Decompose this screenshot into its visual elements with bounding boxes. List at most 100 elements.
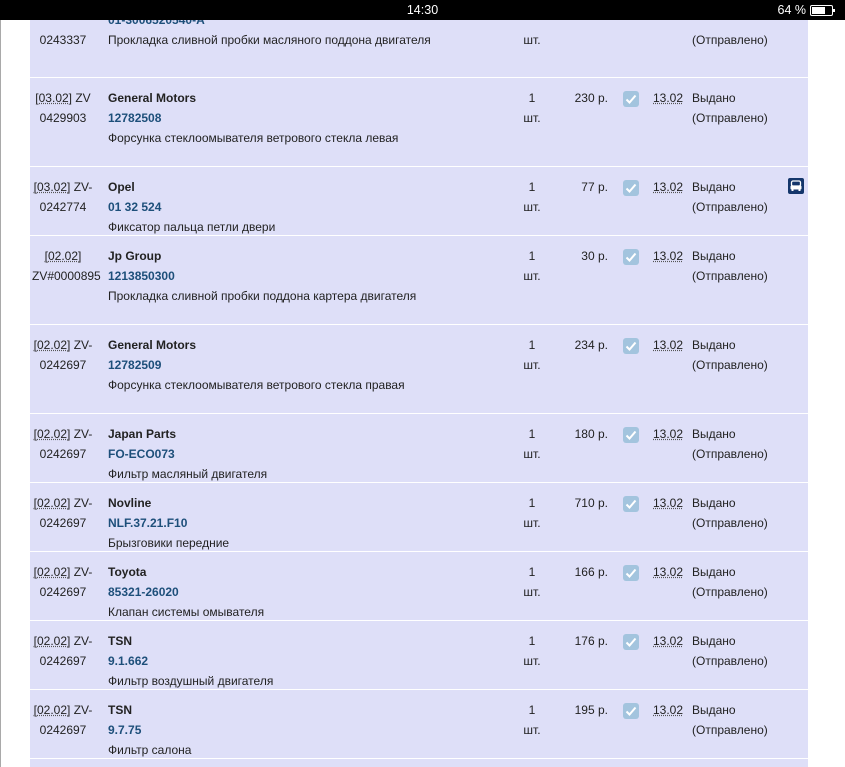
page-left-border bbox=[0, 20, 1, 767]
table-row: [02.02] ZV- 0242697 TSN 9.7.75 Фильтр сало… bbox=[30, 690, 808, 759]
checkbox[interactable] bbox=[623, 249, 639, 265]
status: Выдано (Отправлено) bbox=[692, 496, 768, 530]
part-number-link[interactable]: 9.1.662 bbox=[108, 651, 458, 671]
battery-level: 64 % bbox=[777, 3, 807, 17]
delivery-date-link[interactable]: 13.02 bbox=[653, 424, 683, 444]
quantity: 1 шт. bbox=[523, 338, 541, 372]
item-info: General Motors 12782509 Форсунка стеклоомы… bbox=[108, 335, 458, 395]
part-description: Фиксатор пальца петли двери bbox=[108, 220, 276, 234]
brand-name: General Motors bbox=[108, 91, 197, 105]
brand-name: TSN bbox=[108, 634, 132, 648]
status: (Отправлено) bbox=[692, 33, 768, 47]
part-number-link[interactable]: 01-3006520540-A bbox=[108, 20, 458, 30]
checkbox[interactable] bbox=[623, 427, 639, 443]
price: 180 р. bbox=[574, 427, 608, 441]
check-icon bbox=[625, 341, 637, 351]
order-number: [03.02] ZV- 0242774 bbox=[33, 180, 93, 214]
part-number-link[interactable]: 85321-26020 bbox=[108, 582, 458, 602]
check-icon bbox=[625, 568, 637, 578]
check-icon bbox=[625, 499, 637, 509]
quantity: шт. bbox=[523, 33, 541, 47]
checkbox[interactable] bbox=[623, 565, 639, 581]
part-number-link[interactable]: 1213850300 bbox=[108, 266, 458, 286]
check-icon bbox=[625, 252, 637, 262]
brand-name: Opel bbox=[108, 180, 135, 194]
item-info: Novline NLF.37.21.F10 Брызговики передние bbox=[108, 493, 458, 553]
order-date-link[interactable]: [02.02] bbox=[34, 634, 71, 648]
order-date-link[interactable]: [02.02] bbox=[34, 338, 71, 352]
order-number: [03.02] ZV 0429903 bbox=[35, 91, 91, 125]
delivery-date-link[interactable]: 13.02 bbox=[653, 335, 683, 355]
brand-name: TSN bbox=[108, 703, 132, 717]
delivery-date-link[interactable]: 13.02 bbox=[653, 631, 683, 651]
order-date-link[interactable]: [03.02] bbox=[35, 91, 72, 105]
order-date-link[interactable]: [02.02] bbox=[34, 427, 71, 441]
part-description: Фильтр салона bbox=[108, 743, 192, 757]
brand-name: Novline bbox=[108, 496, 152, 510]
part-number-link[interactable]: 12782509 bbox=[108, 355, 458, 375]
order-number: [02.02] ZV- 0242697 bbox=[33, 634, 93, 668]
item-info: TSN 9.1.662 Фильтр воздушный двигателя bbox=[108, 631, 458, 691]
part-number-link[interactable]: 01 32 524 bbox=[108, 197, 458, 217]
check-icon bbox=[625, 706, 637, 716]
price: 710 р. bbox=[574, 496, 608, 510]
part-description: Брызговики передние bbox=[108, 536, 230, 550]
table-row: [03.02] ZV 0429903 General Motors 1278250… bbox=[30, 78, 808, 167]
table-row bbox=[30, 759, 808, 767]
order-number: [02.02] ZV- 0242697 bbox=[33, 565, 93, 599]
order-date-link[interactable]: [02.02] bbox=[34, 565, 71, 579]
part-number-link[interactable]: FO-ECO073 bbox=[108, 444, 458, 464]
table-row: [02.02] ZV- 0242697 Toyota 85321-26020 Кла… bbox=[30, 552, 808, 621]
checkbox[interactable] bbox=[623, 338, 639, 354]
delivery-date-link[interactable]: 13.02 bbox=[653, 88, 683, 108]
delivery-date-link[interactable]: 13.02 bbox=[653, 246, 683, 266]
table-row: [02.02] ZV- 0242697 TSN 9.1.662 Фильтр воз… bbox=[30, 621, 808, 690]
table-row: [03.02] ZV- 0242774 Opel 01 32 524 Фиксато… bbox=[30, 167, 808, 236]
price: 234 р. bbox=[574, 338, 608, 352]
checkbox[interactable] bbox=[623, 703, 639, 719]
order-date-link[interactable]: [02.02] bbox=[34, 496, 71, 510]
item-info: Japan Parts FO-ECO073 Фильтр масляный двиг… bbox=[108, 424, 458, 484]
checkbox[interactable] bbox=[623, 180, 639, 196]
status: Выдано (Отправлено) bbox=[692, 634, 768, 668]
order-date-link[interactable]: [03.02] bbox=[34, 180, 71, 194]
order-date-link[interactable]: [02.02] bbox=[45, 249, 82, 263]
part-number-link[interactable]: 9.7.75 bbox=[108, 720, 458, 740]
part-description: Фильтр воздушный двигателя bbox=[108, 674, 274, 688]
price: 77 р. bbox=[581, 180, 608, 194]
item-info: 01-3006520540-A Прокладка сливной пробки … bbox=[108, 20, 458, 50]
price: 230 р. bbox=[574, 91, 608, 105]
delivery-date-link[interactable]: 13.02 bbox=[653, 562, 683, 582]
item-info: Opel 01 32 524 Фиксатор пальца петли двери bbox=[108, 177, 458, 237]
order-number: [02.02] ZV#0000895 bbox=[32, 249, 101, 283]
order-number: 0243337 bbox=[39, 33, 87, 47]
table-row: 0243337 01-3006520540-A Прокладка сливной… bbox=[30, 20, 808, 78]
delivery-car-icon[interactable] bbox=[788, 178, 804, 194]
status: Выдано (Отправлено) bbox=[692, 338, 768, 372]
checkbox[interactable] bbox=[623, 91, 639, 107]
delivery-date-link[interactable]: 13.02 bbox=[653, 177, 683, 197]
checkbox[interactable] bbox=[623, 496, 639, 512]
part-description: Прокладка сливной пробки масляного поддо… bbox=[108, 33, 431, 47]
delivery-date-link[interactable]: 13.02 bbox=[653, 493, 683, 513]
status: Выдано (Отправлено) bbox=[692, 91, 768, 125]
battery-icon bbox=[810, 4, 835, 16]
part-description: Форсунка стеклоомывателя ветрового стекл… bbox=[108, 378, 405, 392]
part-description: Фильтр масляный двигателя bbox=[108, 467, 268, 481]
item-info: Toyota 85321-26020 Клапан системы омывател… bbox=[108, 562, 458, 622]
price: 176 р. bbox=[574, 634, 608, 648]
price: 166 р. bbox=[574, 565, 608, 579]
checkbox[interactable] bbox=[623, 634, 639, 650]
order-number: [02.02] ZV- 0242697 bbox=[33, 496, 93, 530]
brand-name: Jp Group bbox=[108, 249, 162, 263]
check-icon bbox=[625, 430, 637, 440]
brand-name: General Motors bbox=[108, 338, 197, 352]
brand-name: Japan Parts bbox=[108, 427, 177, 441]
order-date-link[interactable]: [02.02] bbox=[34, 703, 71, 717]
status: Выдано (Отправлено) bbox=[692, 703, 768, 737]
delivery-date-link[interactable]: 13.02 bbox=[653, 700, 683, 720]
part-number-link[interactable]: NLF.37.21.F10 bbox=[108, 513, 458, 533]
status: Выдано (Отправлено) bbox=[692, 180, 768, 214]
item-info: Jp Group 1213850300 Прокладка сливной проб… bbox=[108, 246, 458, 306]
part-number-link[interactable]: 12782508 bbox=[108, 108, 458, 128]
